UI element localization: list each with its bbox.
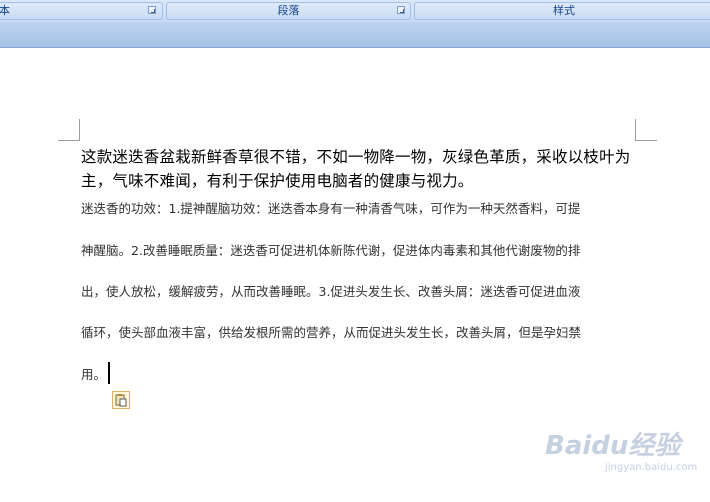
font-dialog-launcher-icon[interactable] <box>148 6 156 14</box>
watermark-brand: Baidu经验 <box>545 431 681 461</box>
ribbon-group-styles[interactable]: 样式 <box>414 2 710 20</box>
document-paragraph-2-line[interactable]: 神醒脑。2.改善睡眠质量：迷迭香可促进机体新陈代谢，促进体内毒素和其他代谢废物的… <box>81 243 580 259</box>
document-paragraph-1[interactable]: 这款迷迭香盆栽新鲜香草很不错，不如一物降一物，灰绿色革质，采收以枝叶为主，气味不… <box>81 145 641 193</box>
ribbon-group-styles-label: 样式 <box>553 4 575 17</box>
ribbon-group-paragraph[interactable]: 段落 <box>166 2 411 20</box>
text-cursor <box>108 362 110 384</box>
page-corner-mark-top-right <box>635 119 657 141</box>
ribbon-separator <box>0 22 710 48</box>
document-paragraph-2-line[interactable]: 出，使人放松，缓解疲劳，从而改善睡眠。3.促进头发生长、改善头屑：迷迭香可促进血… <box>81 284 580 300</box>
page-corner-mark-top-left <box>58 119 80 141</box>
ribbon-group-bar: 本 段落 样式 <box>0 0 710 23</box>
paragraph-dialog-launcher-icon[interactable] <box>397 6 405 14</box>
document-paragraph-2-line[interactable]: 循环，使头部血液丰富，供给发根所需的营养，从而促进头发生长，改善头屑，但是孕妇禁 <box>81 325 581 341</box>
ribbon-group-font[interactable]: 本 <box>0 2 163 20</box>
watermark-url: jingyan.baidu.com <box>605 462 698 473</box>
document-paragraph-2-line[interactable]: 迷迭香的功效：1.提神醒脑功效：迷迭香本身有一种清香气味，可作为一种天然香料，可… <box>81 201 580 217</box>
ribbon-group-font-label: 本 <box>0 4 10 17</box>
baidu-jingyan-watermark: Baidu经验 jingyan.baidu.com <box>545 425 705 495</box>
document-paragraph-2-line[interactable]: 用。 <box>81 367 106 383</box>
ribbon-group-paragraph-label: 段落 <box>277 4 300 17</box>
paste-options-icon[interactable] <box>112 391 130 409</box>
